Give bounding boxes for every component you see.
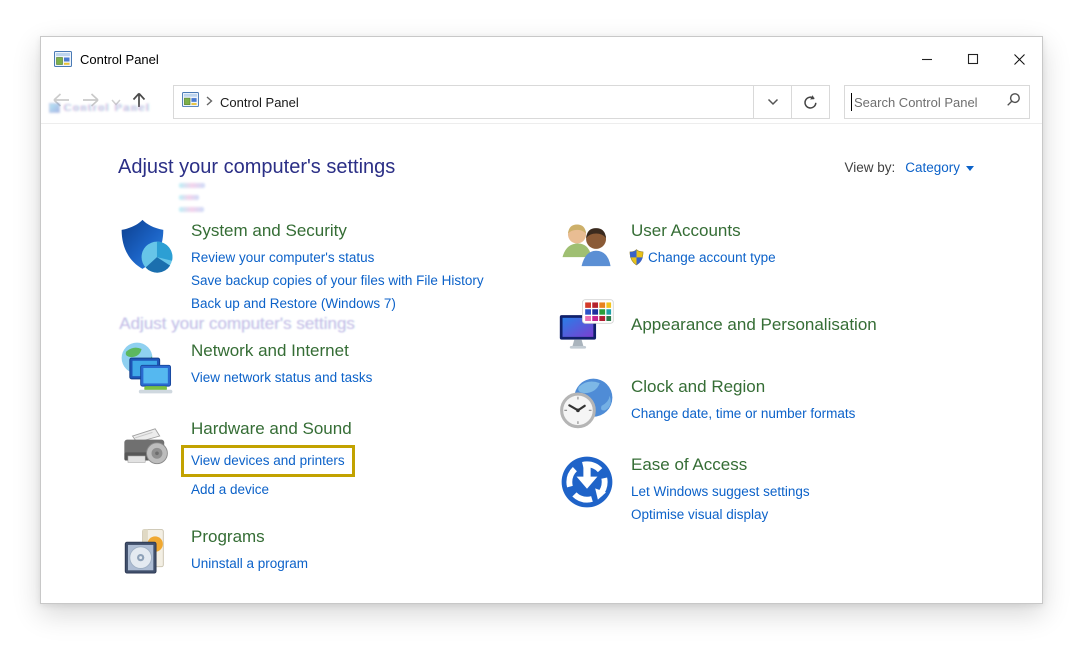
clock-globe-icon[interactable] — [558, 375, 616, 433]
link-change-date-time-formats[interactable]: Change date, time or number formats — [631, 406, 855, 421]
navigation-bar: Control Panel — [41, 81, 1042, 124]
monitor-palette-icon[interactable] — [558, 297, 616, 355]
category-title[interactable]: System and Security — [191, 219, 347, 243]
two-users-icon[interactable] — [558, 219, 616, 277]
window-title: Control Panel — [80, 52, 159, 67]
category-title[interactable]: Appearance and Personalisation — [631, 313, 877, 337]
search-field[interactable] — [844, 85, 1030, 119]
text-caret — [851, 93, 852, 111]
highlight-box: View devices and printers — [181, 445, 355, 477]
refresh-icon — [802, 94, 819, 111]
maximize-icon — [967, 53, 979, 65]
content-area: Adjust your computer's settings View by:… — [41, 124, 1042, 607]
category-title[interactable]: Ease of Access — [631, 453, 747, 477]
breadcrumb-bar[interactable]: Control Panel — [173, 85, 830, 119]
minimize-icon — [921, 53, 933, 65]
close-button[interactable] — [996, 37, 1042, 81]
link-file-history-backup[interactable]: Save backup copies of your files with Fi… — [191, 273, 484, 288]
link-review-computer-status[interactable]: Review your computer's status — [191, 250, 374, 265]
category-title[interactable]: Clock and Region — [631, 375, 765, 399]
breadcrumb-item-control-panel[interactable]: Control Panel — [220, 95, 299, 110]
right-column: User Accounts Change — [558, 219, 982, 607]
link-change-account-type[interactable]: Change account type — [648, 246, 776, 269]
left-column: System and Security Review your computer… — [118, 219, 558, 607]
category-title[interactable]: Network and Internet — [191, 339, 349, 363]
refresh-button[interactable] — [791, 86, 829, 118]
globe-monitors-icon[interactable] — [118, 339, 176, 397]
view-by-control: View by: Category — [844, 160, 982, 175]
category-clock-and-region: Clock and Region Change date, time or nu… — [558, 375, 982, 433]
link-view-devices-and-printers[interactable]: View devices and printers — [191, 453, 345, 468]
link-optimise-visual-display[interactable]: Optimise visual display — [631, 507, 768, 522]
search-input[interactable] — [854, 95, 1006, 110]
back-arrow-icon[interactable] — [51, 92, 71, 113]
category-network-and-internet: Network and Internet View network status… — [118, 339, 558, 397]
chevron-right-icon — [206, 93, 213, 111]
breadcrumb[interactable]: Control Panel — [174, 86, 753, 118]
ease-of-access-icon[interactable] — [558, 453, 616, 511]
control-panel-icon — [182, 92, 199, 112]
uac-shield-icon — [629, 249, 644, 266]
link-add-a-device[interactable]: Add a device — [191, 482, 269, 497]
control-panel-window: Control Panel — [40, 36, 1043, 604]
link-uninstall-a-program[interactable]: Uninstall a program — [191, 556, 308, 571]
view-by-dropdown[interactable]: Category — [905, 160, 974, 175]
search-icon[interactable] — [1006, 92, 1021, 112]
category-user-accounts: User Accounts Change — [558, 219, 982, 277]
category-title[interactable]: User Accounts — [631, 219, 741, 243]
link-let-windows-suggest-settings[interactable]: Let Windows suggest settings — [631, 484, 810, 499]
dropdown-triangle-icon — [966, 166, 974, 171]
link-view-network-status[interactable]: View network status and tasks — [191, 370, 372, 385]
software-box-cd-icon[interactable] — [118, 525, 176, 583]
control-panel-icon — [54, 51, 72, 67]
category-programs: Programs Uninstall a program — [118, 525, 558, 583]
maximize-button[interactable] — [950, 37, 996, 81]
category-ease-of-access: Ease of Access Let Windows suggest setti… — [558, 453, 982, 526]
view-by-label: View by: — [844, 160, 895, 175]
minimize-button[interactable] — [904, 37, 950, 81]
printer-icon[interactable] — [118, 417, 176, 475]
category-system-and-security: System and Security Review your computer… — [118, 219, 558, 315]
forward-arrow-icon[interactable] — [81, 92, 101, 113]
page-title: Adjust your computer's settings — [118, 156, 395, 179]
link-backup-restore-windows7[interactable]: Back up and Restore (Windows 7) — [191, 296, 396, 311]
chevron-down-icon — [767, 98, 779, 106]
category-appearance-personalisation: Appearance and Personalisation — [558, 297, 982, 355]
recent-pages-chevron-icon[interactable] — [111, 93, 121, 111]
up-arrow-icon[interactable] — [131, 91, 147, 114]
shield-pie-icon[interactable] — [118, 219, 176, 277]
category-title[interactable]: Hardware and Sound — [191, 417, 352, 441]
close-icon — [1013, 53, 1026, 66]
category-title[interactable]: Programs — [191, 525, 265, 549]
address-dropdown-button[interactable] — [753, 86, 791, 118]
category-hardware-and-sound: Hardware and Sound View devices and prin… — [118, 417, 558, 501]
titlebar: Control Panel — [41, 37, 1042, 81]
